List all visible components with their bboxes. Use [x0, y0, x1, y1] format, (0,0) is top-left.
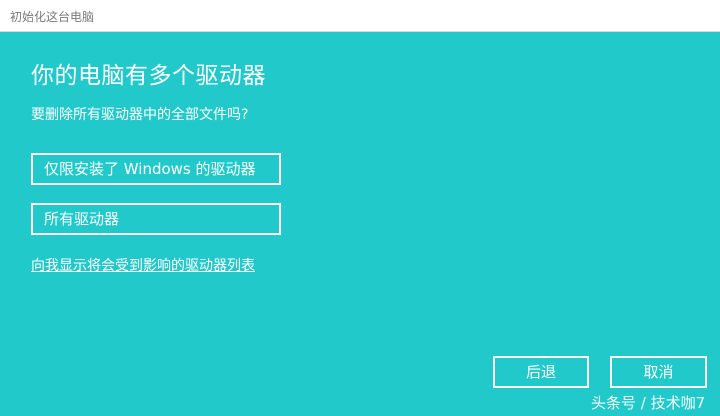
page-title: 你的电脑有多个驱动器	[31, 63, 266, 89]
dialog-content: 你的电脑有多个驱动器 要删除所有驱动器中的全部文件吗? 仅限安装了 Window…	[0, 32, 720, 416]
window-titlebar: 初始化这台电脑	[0, 0, 720, 32]
cancel-button[interactable]: 取消	[610, 356, 707, 388]
all-drives-button[interactable]: 所有驱动器	[31, 203, 281, 235]
question-text: 要删除所有驱动器中的全部文件吗?	[31, 107, 249, 123]
windows-drive-only-button[interactable]: 仅限安装了 Windows 的驱动器	[31, 153, 281, 185]
window-title: 初始化这台电脑	[10, 10, 95, 24]
back-button[interactable]: 后退	[493, 356, 589, 388]
show-affected-drives-link[interactable]: 向我显示将会受到影响的驱动器列表	[31, 255, 255, 275]
watermark-text: 头条号 / 技术咖7	[591, 394, 706, 412]
